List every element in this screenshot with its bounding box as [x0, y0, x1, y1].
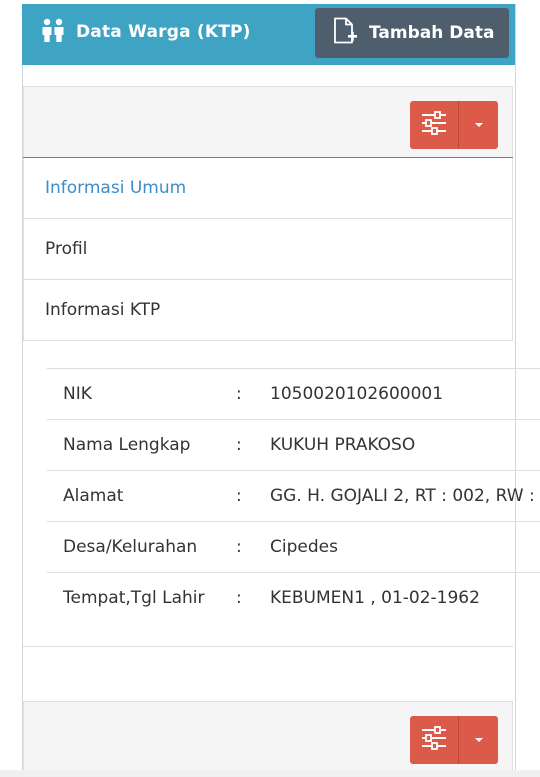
sliders-icon [421, 726, 447, 754]
table-row: Tempat,Tgl Lahir : KEBUMEN1 , 01-02-1962 [47, 572, 540, 623]
tab-informasi-umum[interactable]: Informasi Umum [23, 158, 513, 219]
add-data-button[interactable]: Tambah Data [315, 8, 509, 58]
caret-down-icon [474, 123, 483, 127]
page-title-text: Data Warga (KTP) [76, 22, 251, 42]
options-dropdown-toggle-bottom[interactable] [458, 716, 498, 764]
add-document-icon [333, 17, 359, 49]
row-label: NIK [63, 384, 92, 404]
row-value: Cipedes [270, 537, 338, 557]
detail-table: NIK : 1050020102600001 Nama Lengkap : KU… [47, 368, 540, 623]
viewport-bottom-strip [0, 770, 540, 777]
top-toolbar [23, 86, 513, 157]
row-label: Tempat,Tgl Lahir [63, 588, 205, 608]
users-icon [40, 18, 66, 46]
sliders-icon [421, 111, 447, 139]
row-value: KUKUH PRAKOSO [270, 435, 416, 455]
options-split-button-bottom [410, 716, 498, 764]
caret-down-icon [474, 738, 483, 742]
row-value: 1050020102600001 [270, 384, 444, 404]
detail-tabs: Informasi Umum Profil Informasi KTP [23, 158, 513, 341]
row-separator: : [236, 537, 242, 557]
options-dropdown-toggle[interactable] [458, 101, 498, 149]
page-title: Data Warga (KTP) [40, 18, 251, 46]
table-row: Desa/Kelurahan : Cipedes [47, 521, 540, 572]
row-separator: : [236, 435, 242, 455]
row-label: Desa/Kelurahan [63, 537, 198, 557]
row-separator: : [236, 486, 242, 506]
bottom-toolbar [23, 701, 513, 777]
options-split-button [410, 101, 498, 149]
row-separator: : [236, 384, 242, 404]
tab-profil[interactable]: Profil [23, 219, 513, 280]
table-row: Alamat : GG. H. GOJALI 2, RT : 002, RW :… [47, 470, 540, 521]
filter-button[interactable] [410, 101, 458, 149]
add-data-button-label: Tambah Data [369, 23, 495, 43]
row-value: KEBUMEN1 , 01-02-1962 [270, 588, 480, 608]
header-bottom-edge [22, 63, 515, 65]
tab-informasi-ktp[interactable]: Informasi KTP [23, 280, 513, 341]
filter-button-bottom[interactable] [410, 716, 458, 764]
row-label: Nama Lengkap [63, 435, 191, 455]
row-value: GG. H. GOJALI 2, RT : 002, RW : 002 [270, 486, 540, 506]
panel-divider [23, 646, 513, 647]
table-row: Nama Lengkap : KUKUH PRAKOSO [47, 419, 540, 470]
table-row: NIK : 1050020102600001 [47, 368, 540, 419]
row-separator: : [236, 588, 242, 608]
row-label: Alamat [63, 486, 124, 506]
